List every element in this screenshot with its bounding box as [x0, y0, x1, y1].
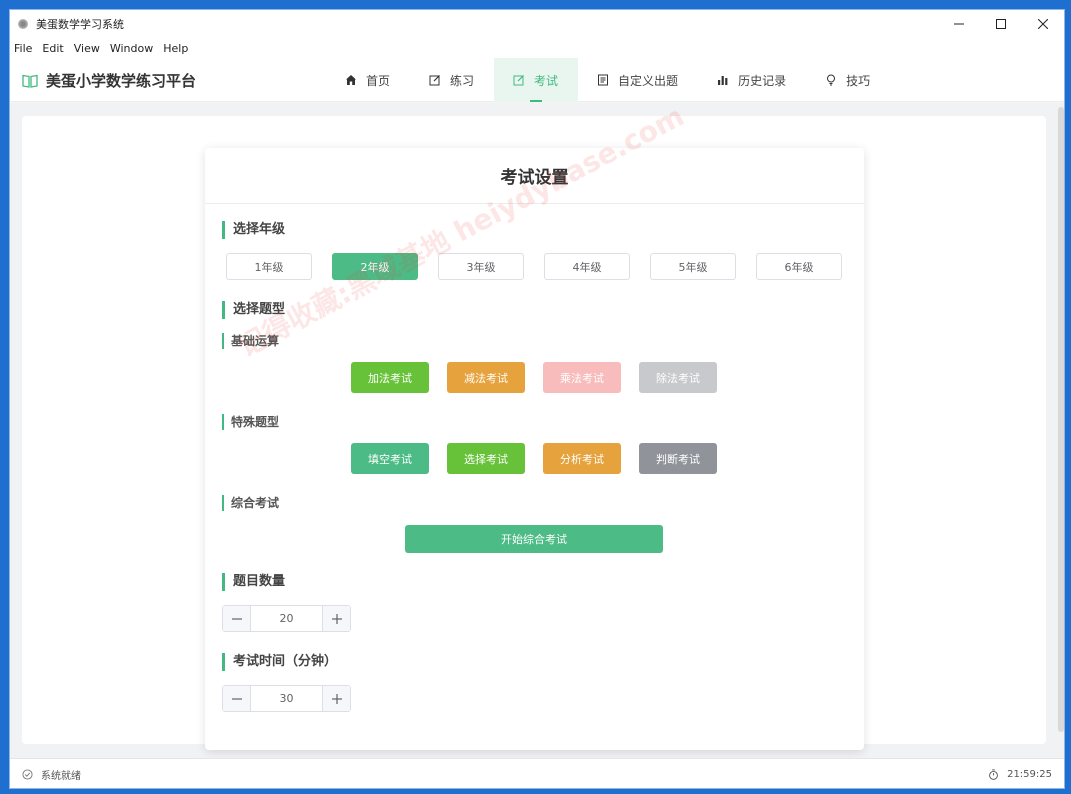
status-time: 21:59:25 — [1007, 769, 1052, 780]
minimize-icon — [954, 23, 964, 25]
stopwatch-icon — [989, 769, 998, 780]
nav-tabs: 首页 练习 考试 自定义出题 历史记录 技巧 — [326, 58, 890, 102]
combined-subtitle: 综合考试 — [222, 495, 279, 511]
menu-window[interactable]: Window — [110, 42, 153, 55]
document-icon — [596, 73, 610, 87]
book-icon — [22, 74, 38, 88]
multiplication-exam-button[interactable]: 乘法考试 — [543, 362, 621, 393]
title-bar: 美蛋数学学习系统 — [10, 10, 1064, 38]
brand-name: 美蛋小学数学练习平台 — [46, 72, 197, 90]
grade-button-6[interactable]: 6年级 — [756, 253, 842, 280]
close-icon — [1038, 19, 1048, 29]
lightbulb-icon — [824, 73, 838, 87]
maximize-icon — [996, 19, 1006, 29]
time-decrease-button[interactable] — [223, 686, 251, 711]
tab-tips[interactable]: 技巧 — [806, 58, 890, 102]
plus-icon — [331, 613, 342, 624]
menu-file[interactable]: File — [14, 42, 32, 55]
plus-icon — [331, 693, 342, 704]
app-icon — [18, 19, 28, 29]
window-title: 美蛋数学学习系统 — [36, 18, 124, 31]
minus-icon — [231, 697, 242, 700]
menu-edit[interactable]: Edit — [42, 42, 63, 55]
grade-section-title: 选择年级 — [222, 221, 285, 239]
tab-tips-label: 技巧 — [846, 73, 871, 88]
tab-history-label: 历史记录 — [738, 73, 787, 88]
app-window: 美蛋数学学习系统 File Edit View Window Help 美蛋小学… — [9, 9, 1065, 789]
count-section-title: 题目数量 — [222, 573, 285, 591]
type-section-title: 选择题型 — [222, 301, 285, 319]
minus-icon — [231, 617, 242, 620]
vertical-scrollbar[interactable] — [1058, 107, 1064, 732]
tab-exam[interactable]: 考试 — [494, 58, 579, 102]
check-circle-icon — [22, 769, 33, 780]
maximize-button[interactable] — [980, 10, 1022, 38]
exam-settings-card: 考试设置 选择年级 1年级 2年级 3年级 4年级 5年级 6年级 选择题型 基… — [205, 148, 864, 750]
time-section-title: 考试时间（分钟） — [222, 653, 337, 671]
analysis-exam-button[interactable]: 分析考试 — [543, 443, 621, 474]
tab-home-label: 首页 — [366, 73, 391, 88]
division-exam-button[interactable]: 除法考试 — [639, 362, 717, 393]
special-subtitle: 特殊题型 — [222, 414, 279, 430]
grade-button-4[interactable]: 4年级 — [544, 253, 630, 280]
exam-time-stepper: 30 — [222, 685, 351, 712]
edit-icon — [428, 73, 442, 87]
home-icon — [344, 73, 358, 87]
status-bar: 系统就绪 21:59:25 — [10, 758, 1064, 788]
special-button-row: 填空考试 选择考试 分析考试 判断考试 — [351, 443, 735, 474]
fill-blank-exam-button[interactable]: 填空考试 — [351, 443, 429, 474]
top-navbar: 美蛋小学数学练习平台 首页 练习 考试 自定义出题 历史记录 技巧 — [10, 58, 1064, 102]
question-count-value[interactable]: 20 — [251, 606, 322, 631]
tab-home[interactable]: 首页 — [326, 58, 410, 102]
grade-button-1[interactable]: 1年级 — [226, 253, 312, 280]
bar-chart-icon — [716, 73, 730, 87]
card-title: 考试设置 — [205, 148, 864, 204]
judgment-exam-button[interactable]: 判断考试 — [639, 443, 717, 474]
count-decrease-button[interactable] — [223, 606, 251, 631]
grade-selector: 1年级 2年级 3年级 4年级 5年级 6年级 — [226, 253, 862, 280]
basic-subtitle: 基础运算 — [222, 333, 279, 349]
addition-exam-button[interactable]: 加法考试 — [351, 362, 429, 393]
status-left: 系统就绪 — [22, 767, 81, 782]
menu-help[interactable]: Help — [163, 42, 188, 55]
tab-practice-label: 练习 — [450, 73, 475, 88]
start-combined-exam-button[interactable]: 开始综合考试 — [405, 525, 663, 553]
menu-view[interactable]: View — [74, 42, 100, 55]
question-count-stepper: 20 — [222, 605, 351, 632]
grade-button-2[interactable]: 2年级 — [332, 253, 418, 280]
tab-history[interactable]: 历史记录 — [698, 58, 806, 102]
count-increase-button[interactable] — [322, 606, 350, 631]
grade-button-5[interactable]: 5年级 — [650, 253, 736, 280]
tab-custom-label: 自定义出题 — [618, 73, 679, 88]
close-button[interactable] — [1022, 10, 1064, 38]
status-text: 系统就绪 — [41, 771, 81, 782]
tab-exam-label: 考试 — [534, 73, 559, 88]
time-increase-button[interactable] — [322, 686, 350, 711]
minimize-button[interactable] — [938, 10, 980, 38]
tab-custom[interactable]: 自定义出题 — [578, 58, 698, 102]
grade-button-3[interactable]: 3年级 — [438, 253, 524, 280]
tab-practice[interactable]: 练习 — [410, 58, 494, 102]
subtraction-exam-button[interactable]: 减法考试 — [447, 362, 525, 393]
status-right: 21:59:25 — [988, 769, 1052, 780]
menu-bar: File Edit View Window Help — [10, 38, 198, 58]
edit-icon — [512, 73, 526, 87]
choice-exam-button[interactable]: 选择考试 — [447, 443, 525, 474]
window-controls — [938, 10, 1064, 38]
basic-button-row: 加法考试 减法考试 乘法考试 除法考试 — [351, 362, 735, 393]
brand: 美蛋小学数学练习平台 — [22, 70, 196, 91]
exam-time-value[interactable]: 30 — [251, 686, 322, 711]
